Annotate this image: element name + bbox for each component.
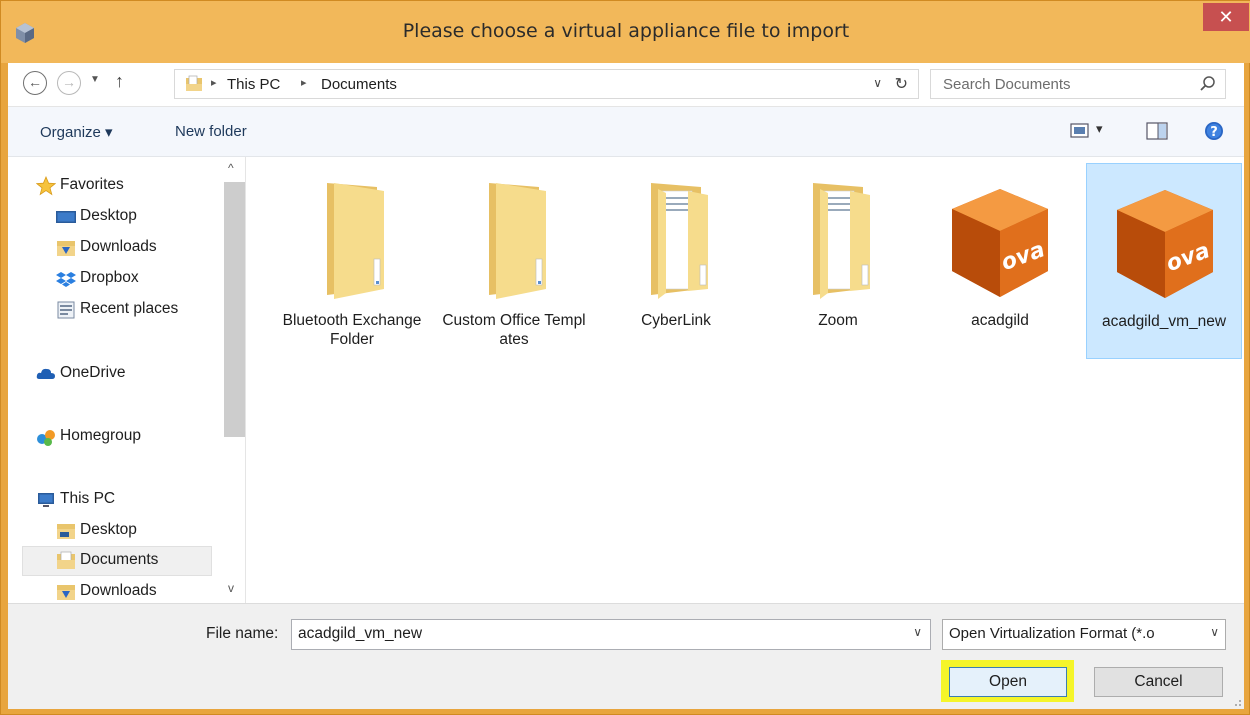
desktop-icon [56, 211, 76, 223]
sidebar-item-downloads[interactable]: Downloads [8, 577, 223, 603]
ova-file-icon: ova [952, 189, 1048, 297]
sidebar-item-desktop[interactable]: Desktop [8, 516, 223, 546]
change-view-icon[interactable] [1070, 119, 1090, 143]
scrollbar-thumb[interactable] [224, 182, 245, 437]
address-path-box[interactable]: ▸ This PC ▸ Documents ∨ ↻ [174, 69, 919, 99]
file-item-cyberlink[interactable]: CyberLink [598, 163, 754, 359]
navigation-pane: Favorites Desktop Downloads Dropbox Rece… [8, 157, 246, 603]
sidebar-item-homegroup[interactable]: Homegroup [8, 422, 223, 452]
folder-with-documents-icon [651, 183, 708, 299]
close-button[interactable]: ✕ [1203, 3, 1249, 31]
cancel-button[interactable]: Cancel [1094, 667, 1223, 697]
sidebar-item-recent-places[interactable]: Recent places [8, 295, 223, 325]
recent-places-icon [57, 301, 75, 319]
this-pc-icon [38, 493, 54, 507]
documents-location-icon [186, 75, 202, 91]
file-name: CyberLink [641, 312, 711, 329]
organize-menu[interactable]: Organize ▾ [40, 123, 113, 141]
file-name: acadgild_vm_new [1101, 313, 1227, 330]
search-icon[interactable] [1199, 75, 1217, 93]
sidebar-item-label: Recent places [80, 300, 179, 317]
file-name-dropdown-chevron-icon[interactable]: ∨ [913, 625, 922, 639]
sidebar-item-label: Desktop [80, 521, 137, 538]
file-type-value: Open Virtualization Format (*.o [949, 625, 1155, 642]
onedrive-icon [36, 368, 55, 379]
file-item-zoom[interactable]: Zoom [760, 163, 916, 359]
ova-file-icon: ova [1117, 190, 1213, 298]
folder-icon [327, 183, 384, 299]
sidebar-item-label: Downloads [80, 582, 157, 599]
up-button[interactable]: ↑ [115, 71, 124, 92]
sidebar-item-downloads[interactable]: Downloads [8, 233, 223, 263]
title-bar: Please choose a virtual appliance file t… [1, 1, 1250, 63]
navigation-pane-scrollbar[interactable]: ^ v [223, 157, 245, 603]
dialog-footer: File name: acadgild_vm_new ∨ Open Virtua… [8, 603, 1244, 709]
sidebar-item-onedrive[interactable]: OneDrive [8, 359, 223, 389]
file-item-acadgild-vm-new[interactable]: ova acadgild_vm_new [1086, 163, 1242, 359]
sidebar-item-label: Dropbox [80, 269, 139, 286]
refresh-icon[interactable]: ↻ [895, 74, 908, 94]
file-list-view[interactable]: Bluetooth Exchange Folder Custom Office … [246, 157, 1244, 603]
help-icon[interactable]: ? [1203, 119, 1225, 143]
file-item-bluetooth-exchange-folder[interactable]: Bluetooth Exchange Folder [274, 163, 430, 359]
scroll-down-arrow-icon[interactable]: v [228, 581, 234, 595]
file-name-label: File name: [206, 625, 279, 642]
scroll-up-arrow-icon[interactable]: ^ [228, 161, 234, 175]
search-input[interactable]: Search Documents [930, 69, 1226, 99]
open-button[interactable]: Open [949, 667, 1067, 697]
svg-text:?: ? [1210, 125, 1218, 140]
address-bar-row: ← → ▼ ↑ ▸ This PC ▸ Documents ∨ ↻ Search… [8, 63, 1244, 107]
sidebar-item-label: Downloads [80, 238, 157, 255]
address-dropdown-chevron-icon[interactable]: ∨ [873, 76, 882, 90]
window-title: Please choose a virtual appliance file t… [402, 20, 850, 42]
view-options-chevron-icon[interactable]: ▾ [1096, 121, 1103, 137]
breadcrumb-separator[interactable]: ▸ [301, 76, 307, 89]
desktop-folder-icon [57, 524, 75, 539]
file-name: acadgild [971, 312, 1029, 329]
resize-grip-icon[interactable] [1230, 695, 1242, 707]
documents-folder-icon [57, 551, 75, 569]
sidebar-item-documents[interactable]: Documents [22, 546, 212, 576]
dropbox-icon [56, 272, 76, 287]
recent-locations-dropdown[interactable]: ▼ [90, 74, 100, 85]
sidebar-item-label: OneDrive [60, 364, 126, 381]
command-toolbar: Organize ▾ New folder ▾ ? [8, 107, 1244, 157]
downloads-folder-icon [57, 585, 75, 600]
breadcrumb-separator[interactable]: ▸ [211, 76, 217, 89]
forward-button[interactable]: → [57, 71, 81, 95]
back-button[interactable]: ← [23, 71, 47, 95]
new-folder-button[interactable]: New folder [175, 123, 247, 140]
dialog-client-area: ← → ▼ ↑ ▸ This PC ▸ Documents ∨ ↻ Search… [8, 63, 1244, 709]
file-item-acadgild[interactable]: ova acadgild [922, 163, 1078, 359]
sidebar-item-label: Homegroup [60, 427, 141, 444]
breadcrumb-documents[interactable]: Documents [321, 76, 397, 93]
file-item-custom-office-templates[interactable]: Custom Office Templates [436, 163, 592, 359]
sidebar-item-label: This PC [60, 490, 116, 507]
sidebar-item-dropbox[interactable]: Dropbox [8, 264, 223, 294]
homegroup-icon [37, 430, 55, 446]
file-name-field[interactable]: acadgild_vm_new ∨ [291, 619, 931, 650]
sidebar-item-label: Documents [80, 551, 159, 568]
import-dialog: Please choose a virtual appliance file t… [0, 0, 1250, 715]
search-placeholder: Search Documents [943, 76, 1071, 93]
file-type-filter-select[interactable]: Open Virtualization Format (*.o ∨ [942, 619, 1226, 650]
folder-icon [489, 183, 546, 299]
file-type-chevron-icon[interactable]: ∨ [1210, 625, 1219, 639]
sidebar-item-desktop[interactable]: Desktop [8, 202, 223, 232]
star-icon [36, 176, 56, 196]
sidebar-item-this-pc[interactable]: This PC [8, 485, 223, 515]
file-name: Bluetooth Exchange Folder [282, 312, 422, 348]
preview-pane-icon[interactable] [1146, 119, 1168, 143]
breadcrumb-this-pc[interactable]: This PC [227, 76, 280, 93]
folder-with-documents-icon [813, 183, 870, 299]
sidebar-item-label: Favorites [60, 176, 124, 193]
sidebar-item-favorites[interactable]: Favorites [8, 171, 223, 201]
file-name: Zoom [818, 312, 858, 329]
file-name: Custom Office Templates [442, 312, 586, 348]
file-name-value: acadgild_vm_new [298, 625, 423, 642]
downloads-icon [57, 241, 75, 256]
sidebar-item-label: Desktop [80, 207, 137, 224]
